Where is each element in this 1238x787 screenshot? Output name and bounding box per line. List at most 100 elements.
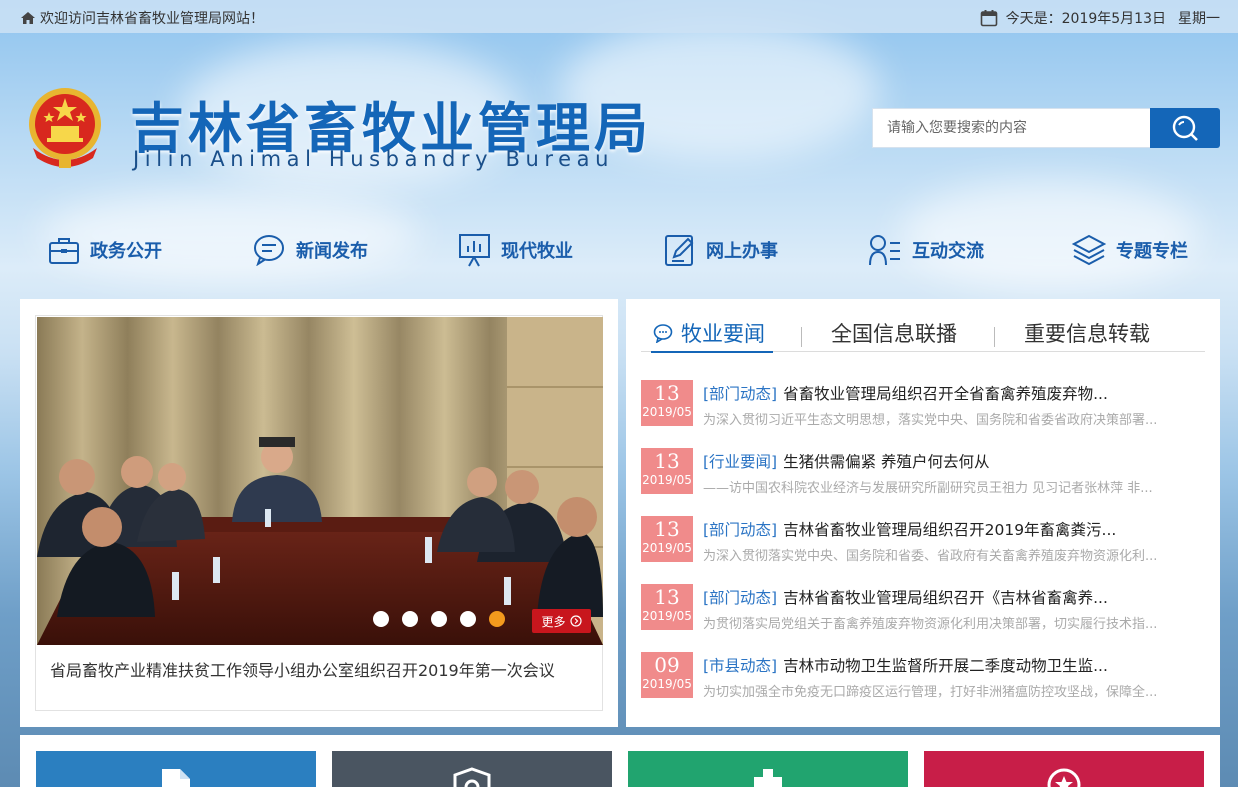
news-day: 13 [654, 517, 680, 541]
shield-icon [453, 767, 491, 787]
nav-item-label: 新闻发布 [296, 241, 368, 262]
news-title-text: 省畜牧业管理局组织召开全省畜禽养殖废弃物... [783, 385, 1108, 403]
news-year-month: 2019/05 [642, 541, 692, 555]
news-tag: [市县动态] [703, 657, 778, 675]
site-subtitle: Jilin Animal Husbandry Bureau [133, 147, 615, 171]
current-date: 今天是： 2019年5月13日 星期一 [980, 8, 1220, 28]
welcome-message: 欢迎访问吉林省畜牧业管理局网站！ [20, 8, 264, 28]
news-item[interactable]: 13 2019/05 [行业要闻] 生猪供需偏紧 养殖户何去何从 ——访中国农科院… [641, 448, 1201, 496]
nav-item-news-release[interactable]: 新闻发布 [253, 228, 368, 272]
more-label: 更多 [541, 614, 566, 629]
news-day: 09 [654, 653, 680, 677]
weekday-text: 星期一 [1178, 11, 1220, 27]
star-badge-icon [1047, 768, 1081, 787]
slider-dot[interactable] [460, 611, 476, 627]
news-item[interactable]: 13 2019/05 [部门动态] 吉林省畜牧业管理局组织召开《吉林省畜禽养...… [641, 584, 1201, 632]
briefcase-icon [49, 238, 79, 264]
slider-dot[interactable] [431, 611, 447, 627]
quick-link-tile[interactable] [332, 751, 612, 787]
search-button[interactable] [1150, 108, 1220, 148]
nav-item-special-topics[interactable]: 专题专栏 [1072, 228, 1188, 272]
search-box [872, 108, 1220, 148]
tab-reprinted-info[interactable]: 重要信息转载 [1024, 315, 1150, 351]
presentation-chart-icon [459, 234, 490, 267]
date-badge: 13 2019/05 [641, 516, 693, 562]
slider-dot[interactable] [402, 611, 418, 627]
news-title-text: 吉林市动物卫生监督所开展二季度动物卫生监... [783, 657, 1108, 675]
slider-pagination [373, 611, 505, 627]
quick-link-tile[interactable] [924, 751, 1204, 787]
news-item[interactable]: 13 2019/05 [部门动态] 省畜牧业管理局组织召开全省畜禽养殖废弃物...… [641, 380, 1201, 428]
nav-item-government-affairs[interactable]: 政务公开 [48, 228, 162, 272]
news-day: 13 [654, 585, 680, 609]
news-day: 13 [654, 381, 680, 405]
edit-document-icon [665, 235, 694, 266]
tab-national-info[interactable]: 全国信息联播 [831, 315, 957, 351]
document-icon [162, 769, 190, 787]
national-emblem-icon [29, 88, 101, 168]
main-nav: 政务公开 新闻发布 现代牧业 网上办事 互动交流 专题专栏 [0, 228, 1238, 278]
news-title[interactable]: [市县动态] 吉林市动物卫生监督所开展二季度动物卫生监... [703, 654, 1203, 676]
photo-slider: 更多 省局畜牧产业精准扶贫工作领导小组办公室组织召开2019年第一次会议 [35, 315, 603, 711]
news-tag: [行业要闻] [703, 453, 778, 471]
news-day: 13 [654, 449, 680, 473]
layers-icon [1072, 234, 1106, 266]
nav-item-online-services[interactable]: 网上办事 [664, 228, 778, 272]
news-tag: [部门动态] [703, 385, 778, 403]
news-item[interactable]: 09 2019/05 [市县动态] 吉林市动物卫生监督所开展二季度动物卫生监...… [641, 652, 1201, 700]
arrow-right-circle-icon [569, 615, 582, 627]
news-year-month: 2019/05 [642, 677, 692, 691]
nav-item-label: 现代牧业 [501, 241, 573, 262]
news-year-month: 2019/05 [642, 609, 692, 623]
news-year-month: 2019/05 [642, 405, 692, 419]
home-icon [21, 12, 35, 24]
news-summary: 为深入贯彻落实党中央、国务院和省委、省政府有关畜禽养殖废弃物资源化利... [703, 549, 1158, 564]
nav-item-interaction[interactable]: 互动交流 [868, 228, 984, 272]
top-bar: 欢迎访问吉林省畜牧业管理局网站！ 今天是： 2019年5月13日 星期一 [0, 0, 1238, 33]
date-badge: 13 2019/05 [641, 584, 693, 630]
news-tag: [部门动态] [703, 521, 778, 539]
date-text: 2019年5月13日 [1061, 11, 1166, 27]
meeting-photo [37, 317, 603, 645]
news-item[interactable]: 13 2019/05 [部门动态] 吉林省畜牧业管理局组织召开2019年畜禽粪污.… [641, 516, 1201, 564]
date-prefix: 今天是： [1005, 11, 1062, 27]
slide-caption[interactable]: 省局畜牧产业精准扶贫工作领导小组办公室组织召开2019年第一次会议 [50, 657, 590, 681]
news-title[interactable]: [部门动态] 省畜牧业管理局组织召开全省畜禽养殖废弃物... [703, 382, 1203, 404]
news-year-month: 2019/05 [642, 473, 692, 487]
quick-link-tile[interactable] [628, 751, 908, 787]
tab-label: 牧业要闻 [681, 322, 765, 346]
news-panel: 牧业要闻 全国信息联播 重要信息转载 13 2019/05 [部门动态] 省畜牧业… [626, 299, 1220, 727]
news-tag: [部门动态] [703, 589, 778, 607]
welcome-text: 欢迎访问吉林省畜牧业管理局网站！ [40, 11, 264, 27]
slider-dot[interactable] [489, 611, 505, 627]
calendar-icon [980, 10, 997, 27]
date-badge: 13 2019/05 [641, 448, 693, 494]
quick-link-tile[interactable] [36, 751, 316, 787]
nav-item-label: 专题专栏 [1116, 241, 1188, 262]
news-summary: 为切实加强全市免疫无口蹄疫区运行管理，打好非洲猪瘟防控攻坚战，保障全... [703, 685, 1158, 700]
nav-item-label: 网上办事 [706, 241, 778, 262]
hospital-icon [754, 769, 782, 787]
news-title[interactable]: [部门动态] 吉林省畜牧业管理局组织召开《吉林省畜禽养... [703, 586, 1203, 608]
news-title[interactable]: [部门动态] 吉林省畜牧业管理局组织召开2019年畜禽粪污... [703, 518, 1203, 540]
search-icon [1172, 115, 1198, 141]
news-title[interactable]: [行业要闻] 生猪供需偏紧 养殖户何去何从 [703, 450, 1203, 472]
quick-links-panel [20, 735, 1220, 787]
slider-dot[interactable] [373, 611, 389, 627]
news-title-text: 吉林省畜牧业管理局组织召开《吉林省畜禽养... [783, 589, 1108, 607]
news-tabs: 牧业要闻 全国信息联播 重要信息转载 [641, 309, 1205, 353]
chat-icon [653, 324, 673, 343]
tab-divider [801, 327, 802, 347]
nav-item-label: 互动交流 [912, 241, 984, 262]
news-summary: 为贯彻落实局党组关于畜禽养殖废弃物资源化利用决策部署，切实履行技术指... [703, 617, 1158, 632]
date-badge: 09 2019/05 [641, 652, 693, 698]
tab-label: 全国信息联播 [831, 322, 957, 346]
nav-item-modern-husbandry[interactable]: 现代牧业 [458, 228, 573, 272]
search-input[interactable] [872, 108, 1150, 148]
news-title-text: 吉林省畜牧业管理局组织召开2019年畜禽粪污... [783, 521, 1117, 539]
more-button[interactable]: 更多 [532, 609, 591, 633]
tab-husbandry-news[interactable]: 牧业要闻 [651, 315, 773, 353]
tab-label: 重要信息转载 [1024, 322, 1150, 346]
slide-photo[interactable] [37, 317, 603, 645]
chat-bubble-icon [254, 235, 284, 266]
